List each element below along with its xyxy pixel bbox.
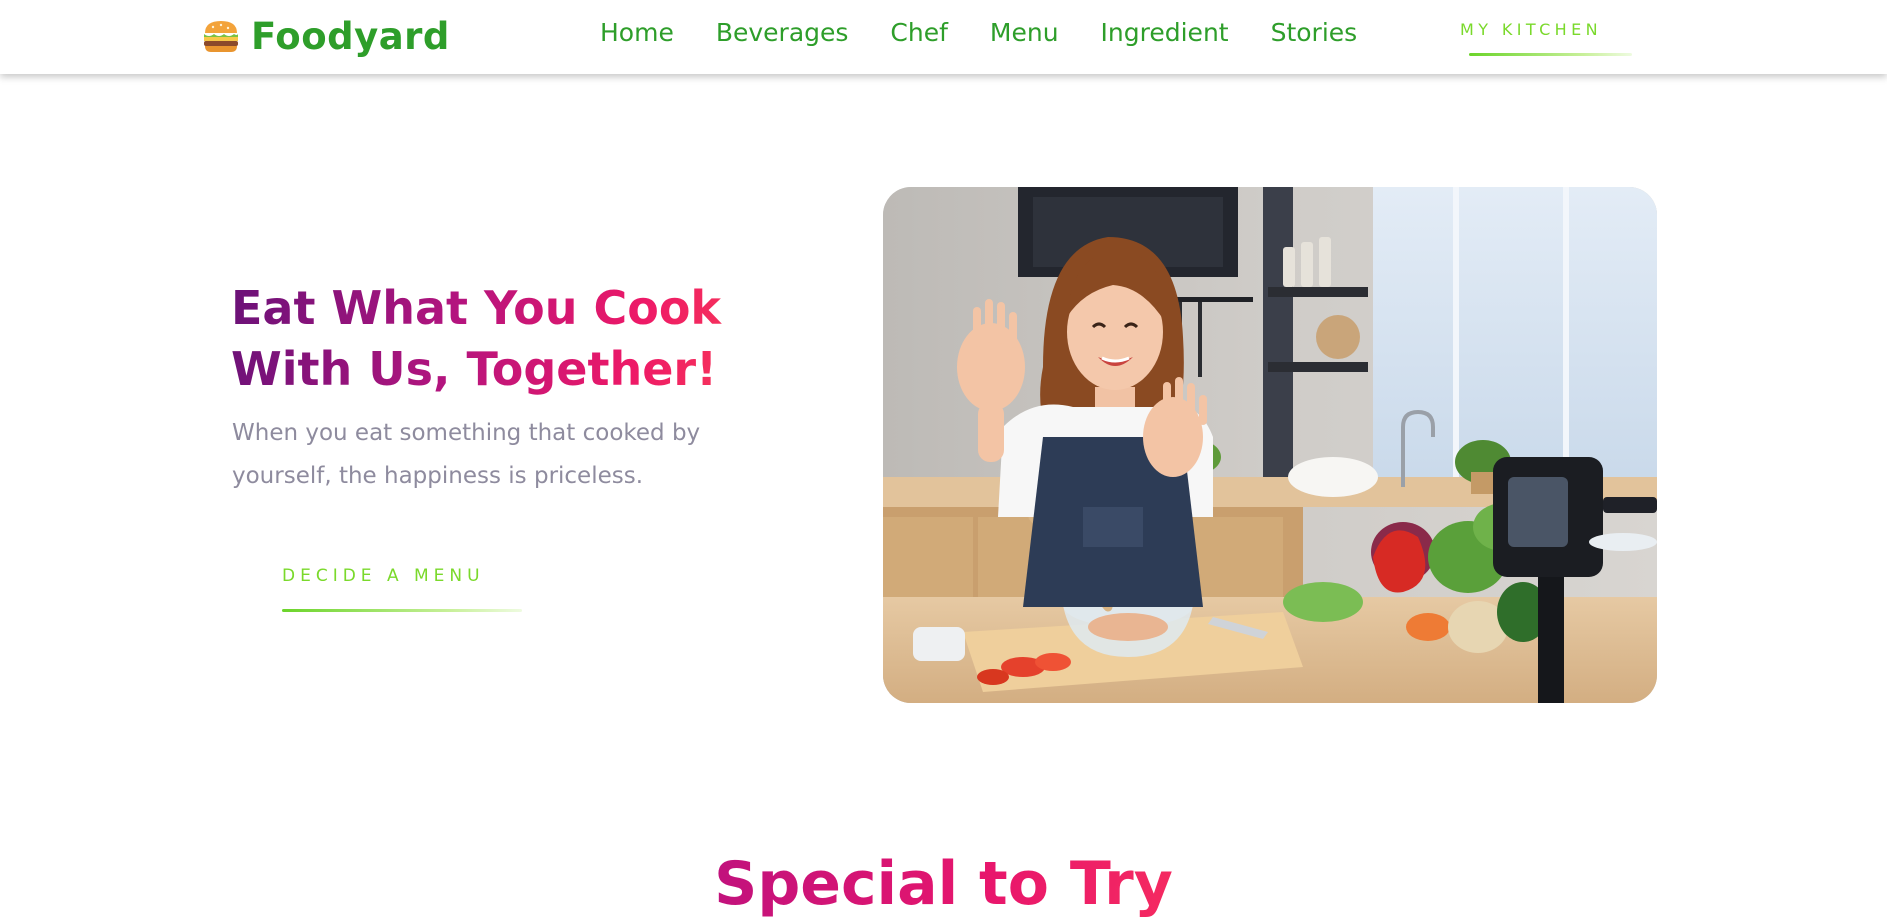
site-header: Foodyard Home Beverages Chef Menu Ingred… bbox=[0, 0, 1887, 74]
nav-item-chef[interactable]: Chef bbox=[890, 16, 947, 50]
hero-image bbox=[883, 187, 1657, 703]
special-section-title: Special to Try bbox=[0, 846, 1887, 922]
hero-subtitle: When you eat something that cooked by yo… bbox=[232, 420, 701, 489]
hero-title-line-2: With Us, Together! bbox=[231, 342, 718, 396]
nav-item-ingredient[interactable]: Ingredient bbox=[1101, 16, 1229, 50]
my-kitchen-underline bbox=[1469, 53, 1632, 56]
burger-icon bbox=[201, 18, 251, 54]
main-nav: Home Beverages Chef Menu Ingredient Stor… bbox=[600, 16, 1357, 50]
special-title-text: Special to Try bbox=[714, 849, 1173, 919]
nav-item-beverages[interactable]: Beverages bbox=[716, 16, 849, 50]
hero-title: Eat What You Cook With Us, Together! bbox=[231, 278, 791, 400]
decide-menu-button[interactable]: DECIDE A MENU bbox=[282, 566, 522, 614]
decide-menu-label: DECIDE A MENU bbox=[282, 566, 485, 586]
brand-name: Foodyard bbox=[251, 14, 450, 58]
nav-item-menu[interactable]: Menu bbox=[990, 16, 1059, 50]
my-kitchen-label: MY KITCHEN bbox=[1460, 20, 1602, 39]
woman-cooking-illustration bbox=[883, 187, 1657, 703]
nav-item-stories[interactable]: Stories bbox=[1271, 16, 1358, 50]
hero-title-line-1: Eat What You Cook bbox=[231, 281, 722, 335]
decide-menu-underline bbox=[282, 609, 522, 612]
nav-item-home[interactable]: Home bbox=[600, 16, 674, 50]
my-kitchen-button[interactable]: MY KITCHEN bbox=[1460, 20, 1632, 58]
brand-logo[interactable]: Foodyard bbox=[201, 14, 450, 58]
